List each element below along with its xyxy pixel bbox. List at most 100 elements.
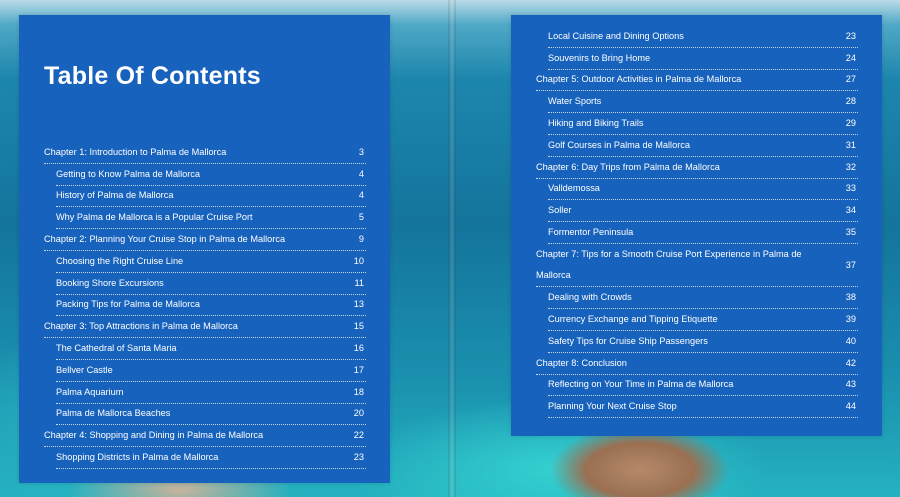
- toc-section-entry[interactable]: Palma de Mallorca Beaches 20: [56, 404, 366, 426]
- toc-page-number: 11: [354, 277, 364, 288]
- toc-page-number: 13: [353, 299, 364, 310]
- toc-page-number: 40: [845, 335, 856, 346]
- toc-page-number: 10: [353, 255, 364, 266]
- toc-page-number: 33: [845, 183, 856, 194]
- toc-section-entry[interactable]: Reflecting on Your Time in Palma de Mall…: [548, 375, 858, 397]
- toc-entry-label: Chapter 1: Introduction to Palma de Mall…: [44, 146, 227, 157]
- toc-entry-label: Getting to Know Palma de Mallorca: [56, 168, 201, 179]
- toc-section-entry[interactable]: Valldemossa 33: [548, 179, 858, 201]
- toc-chapter-entry[interactable]: Chapter 5: Outdoor Activities in Palma d…: [536, 70, 858, 92]
- toc-page-number: 35: [845, 227, 856, 238]
- toc-chapter-entry[interactable]: Chapter 8: Conclusion 42: [536, 353, 858, 375]
- toc-page-number: 5: [358, 212, 364, 223]
- toc-section-entry[interactable]: Local Cuisine and Dining Options 23: [548, 26, 858, 48]
- toc-entry-label: Shopping Districts in Palma de Mallorca: [56, 452, 219, 463]
- toc-entry-label: Choosing the Right Cruise Line: [56, 255, 184, 266]
- toc-entry-label: Currency Exchange and Tipping Etiquette: [548, 314, 718, 325]
- toc-page-number: 16: [353, 343, 364, 354]
- toc-entry-label: Chapter 5: Outdoor Activities in Palma d…: [536, 74, 742, 85]
- toc-page-number: 38: [845, 292, 856, 303]
- toc-list-right: Local Cuisine and Dining Options 23 Souven…: [536, 26, 858, 419]
- toc-entry-label: Booking Shore Excursions: [56, 277, 164, 288]
- toc-entry-label: Dealing with Crowds: [548, 292, 632, 303]
- toc-entry-label: Golf Courses in Palma de Mallorca: [548, 139, 690, 150]
- toc-page-number: 4: [358, 190, 364, 201]
- toc-page-number: 37: [845, 259, 856, 270]
- toc-page-number: 22: [353, 430, 364, 441]
- toc-entry-label: Local Cuisine and Dining Options: [548, 30, 684, 41]
- toc-entry-label: The Cathedral of Santa Maria: [56, 343, 177, 354]
- toc-page-number: 44: [845, 401, 856, 412]
- toc-page-number: 31: [845, 139, 856, 150]
- toc-entry-label: Why Palma de Mallorca is a Popular Cruis…: [56, 212, 253, 223]
- toc-entry-label: Souvenirs to Bring Home: [548, 52, 651, 63]
- toc-section-entry[interactable]: Dealing with Crowds 38: [548, 287, 858, 310]
- toc-section-entry[interactable]: Choosing the Right Cruise Line 10: [56, 251, 366, 273]
- toc-page-number: 9: [358, 234, 364, 245]
- page-title: Table Of Contents: [44, 62, 261, 90]
- toc-page-number: 34: [845, 205, 856, 216]
- toc-entry-label: Formentor Peninsula: [548, 227, 634, 238]
- toc-section-entry[interactable]: Currency Exchange and Tipping Etiquette 3…: [548, 309, 858, 331]
- toc-section-entry[interactable]: Why Palma de Mallorca is a Popular Cruis…: [56, 207, 366, 230]
- toc-entry-label: Chapter 8: Conclusion: [536, 357, 627, 368]
- toc-page-number: 42: [845, 357, 856, 368]
- toc-panel-right: Local Cuisine and Dining Options 23 Souven…: [511, 15, 882, 436]
- toc-section-entry[interactable]: Getting to Know Palma de Mallorca 4: [56, 164, 366, 186]
- toc-section-entry[interactable]: Packing Tips for Palma de Mallorca 13: [56, 295, 366, 317]
- book-spine: [448, 0, 456, 497]
- toc-page-number: 29: [845, 118, 856, 129]
- toc-section-entry[interactable]: Booking Shore Excursions 11: [56, 273, 366, 295]
- toc-panel-left: Table Of Contents Chapter 1: Introductio…: [19, 15, 390, 483]
- toc-entry-label: History of Palma de Mallorca: [56, 190, 174, 201]
- toc-chapter-entry[interactable]: Chapter 4: Shopping and Dining in Palma …: [44, 425, 366, 448]
- toc-entry-label: Water Sports: [548, 96, 602, 107]
- toc-entry-label: Chapter 7: Tips for a Smooth Cruise Port…: [536, 249, 802, 281]
- toc-page-number: 32: [845, 161, 856, 172]
- toc-section-entry[interactable]: Shopping Districts in Palma de Mallorca 2…: [56, 447, 366, 469]
- toc-section-entry[interactable]: Safety Tips for Cruise Ship Passengers 40: [548, 331, 858, 353]
- toc-page-number: 15: [353, 321, 364, 332]
- toc-section-entry[interactable]: History of Palma de Mallorca 4: [56, 186, 366, 208]
- toc-entry-label: Palma Aquarium: [56, 386, 124, 397]
- toc-page-number: 24: [845, 52, 856, 63]
- toc-entry-label: Chapter 4: Shopping and Dining in Palma …: [44, 430, 264, 441]
- toc-chapter-entry[interactable]: Chapter 2: Planning Your Cruise Stop in …: [44, 229, 366, 251]
- toc-entry-label: Chapter 6: Day Trips from Palma de Mallo…: [536, 161, 720, 172]
- toc-section-entry[interactable]: Formentor Peninsula 35: [548, 222, 858, 244]
- toc-entry-label: Reflecting on Your Time in Palma de Mall…: [548, 379, 734, 390]
- toc-page-number: 20: [353, 408, 364, 419]
- toc-chapter-entry[interactable]: Chapter 7: Tips for a Smooth Cruise Port…: [536, 244, 858, 288]
- toc-page-number: 3: [358, 146, 364, 157]
- toc-section-entry[interactable]: Hiking and Biking Trails 29: [548, 113, 858, 135]
- toc-page-number: 23: [845, 30, 856, 41]
- toc-entry-label: Chapter 3: Top Attractions in Palma de M…: [44, 321, 238, 332]
- toc-entry-label: Planning Your Next Cruise Stop: [548, 401, 677, 412]
- toc-page-number: 28: [845, 96, 856, 107]
- toc-section-entry[interactable]: Palma Aquarium 18: [56, 382, 366, 404]
- toc-entry-label: Soller: [548, 205, 572, 216]
- toc-entry-label: Safety Tips for Cruise Ship Passengers: [548, 335, 708, 346]
- toc-page-number: 17: [353, 364, 364, 375]
- toc-chapter-entry[interactable]: Chapter 3: Top Attractions in Palma de M…: [44, 316, 366, 339]
- toc-section-entry[interactable]: The Cathedral of Santa Maria 16: [56, 338, 366, 360]
- toc-page-number: 23: [353, 452, 364, 463]
- toc-entry-label: Valldemossa: [548, 183, 600, 194]
- toc-entry-label: Chapter 2: Planning Your Cruise Stop in …: [44, 234, 286, 245]
- toc-chapter-entry[interactable]: Chapter 6: Day Trips from Palma de Mallo…: [536, 157, 858, 179]
- toc-page-number: 27: [845, 74, 856, 85]
- toc-section-entry[interactable]: Souvenirs to Bring Home 24: [548, 48, 858, 70]
- toc-section-entry[interactable]: Water Sports 28: [548, 91, 858, 114]
- toc-section-entry[interactable]: Golf Courses in Palma de Mallorca 31: [548, 135, 858, 157]
- toc-page-number: 18: [353, 386, 364, 397]
- toc-page-number: 39: [845, 314, 856, 325]
- toc-entry-label: Packing Tips for Palma de Mallorca: [56, 299, 200, 310]
- toc-page-number: 4: [358, 168, 364, 179]
- toc-section-entry[interactable]: Planning Your Next Cruise Stop 44: [548, 396, 858, 419]
- toc-page-number: 43: [845, 379, 856, 390]
- toc-section-entry[interactable]: Bellver Castle 17: [56, 360, 366, 382]
- toc-entry-label: Palma de Mallorca Beaches: [56, 408, 171, 419]
- toc-entry-label: Hiking and Biking Trails: [548, 118, 644, 129]
- toc-section-entry[interactable]: Soller 34: [548, 200, 858, 223]
- toc-chapter-entry[interactable]: Chapter 1: Introduction to Palma de Mall…: [44, 142, 366, 164]
